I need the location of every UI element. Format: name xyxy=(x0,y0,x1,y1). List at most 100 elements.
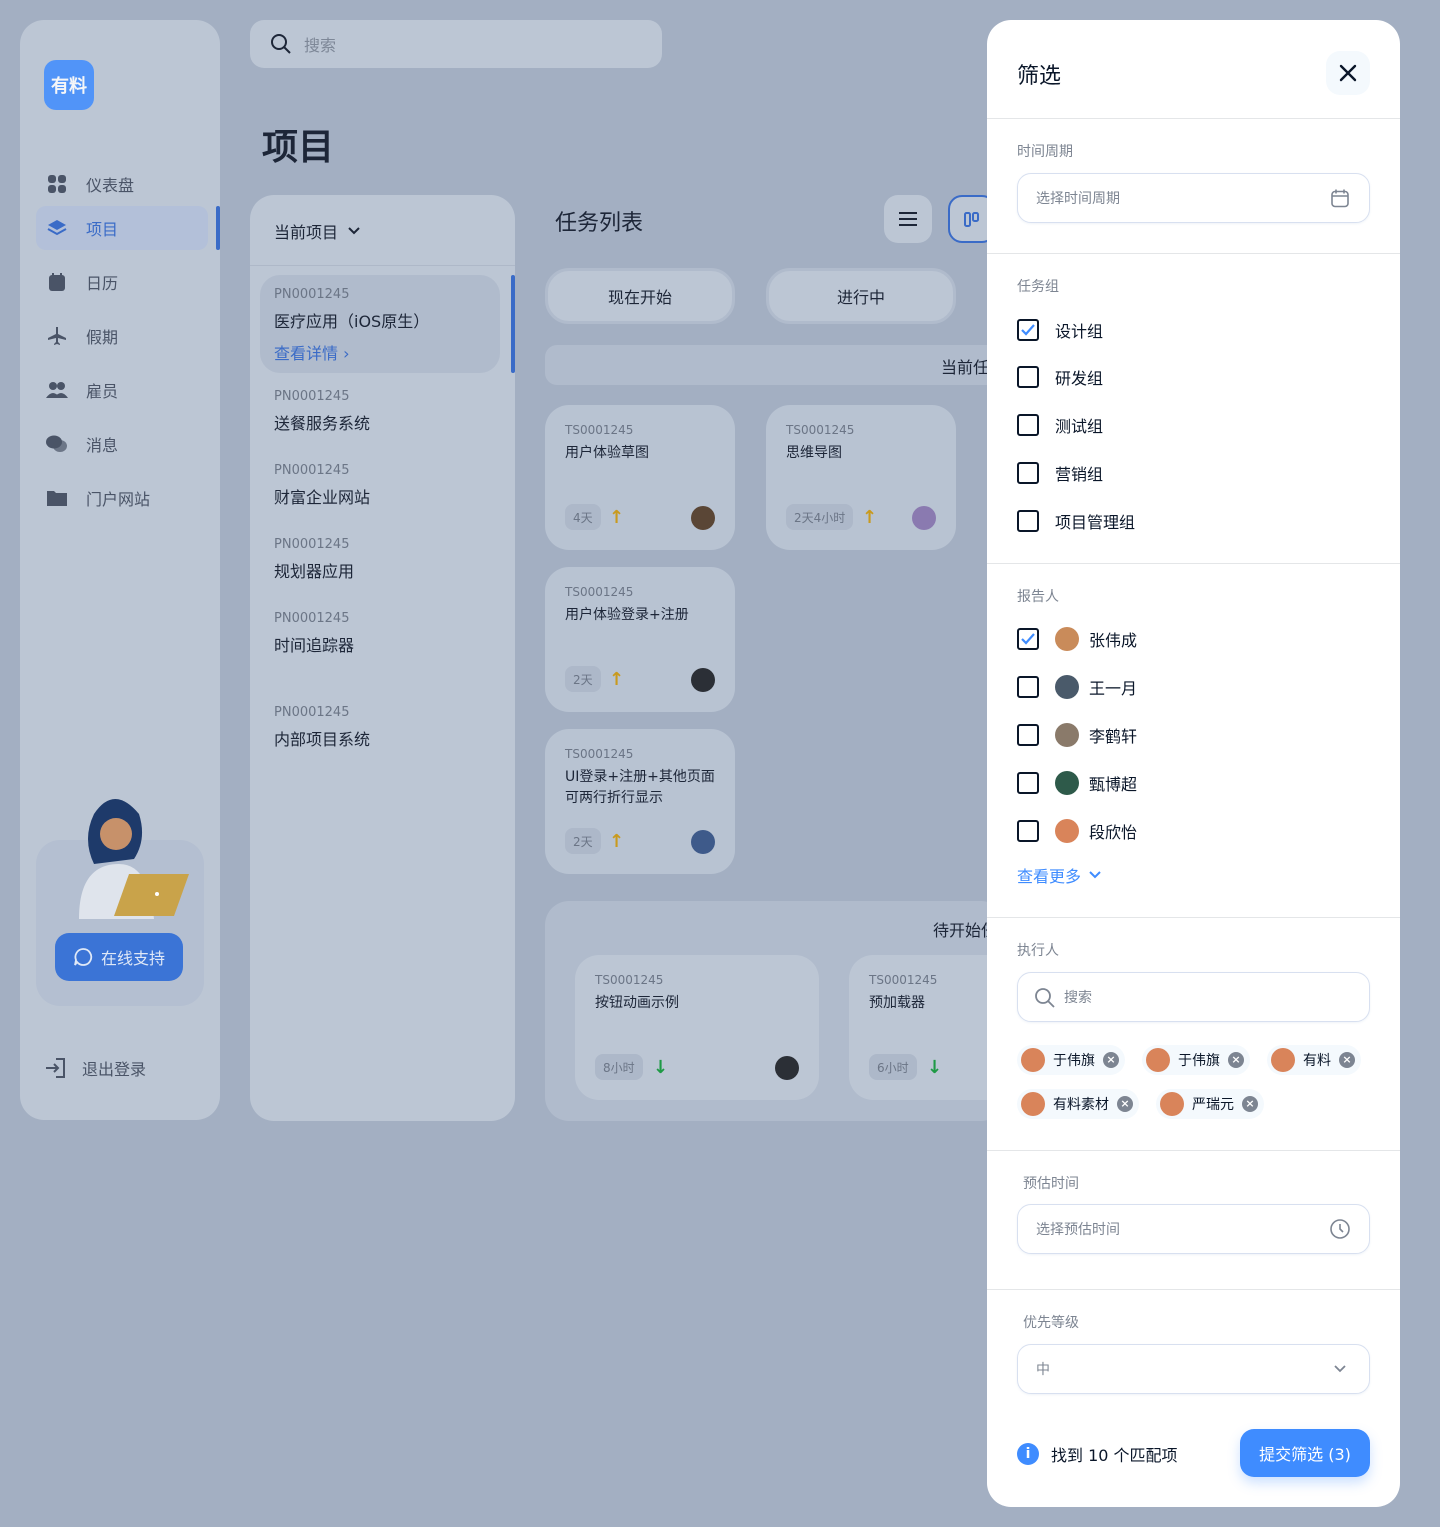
checkbox-checked[interactable] xyxy=(1017,628,1039,650)
remove-chip-icon[interactable]: × xyxy=(1228,1052,1244,1068)
submit-filter-button[interactable]: 提交筛选 (3) xyxy=(1240,1429,1370,1477)
group-checkbox-design[interactable]: 设计组 xyxy=(1017,318,1103,342)
project-item[interactable]: PN0001245 时间追踪器 xyxy=(274,611,354,656)
status-pill[interactable]: 进行中 xyxy=(766,268,956,324)
assignee-chip: 有料 × xyxy=(1267,1045,1361,1075)
chevron-down-icon xyxy=(348,227,360,235)
nav-item-vacations[interactable]: 假期 xyxy=(36,314,208,358)
task-card[interactable]: TS0001245 用户体验草图 4天 ↑ xyxy=(545,405,735,550)
reporter-checkbox[interactable]: 张伟成 xyxy=(1017,627,1137,651)
nav-item-calendar[interactable]: 日历 xyxy=(36,260,208,304)
calendar-icon xyxy=(46,271,68,293)
task-card[interactable]: TS0001245 思维导图 2天4小时 ↑ xyxy=(766,405,956,550)
nav-label: 假期 xyxy=(86,328,119,347)
nav-label: 门户网站 xyxy=(86,490,151,509)
assignee-chip: 有料素材 × xyxy=(1017,1089,1139,1119)
nav-item-employees[interactable]: 雇员 xyxy=(36,368,208,412)
view-more-link[interactable]: 查看更多 xyxy=(1017,863,1101,887)
chevron-down-icon xyxy=(1329,1358,1351,1380)
checkbox[interactable] xyxy=(1017,414,1039,436)
remove-chip-icon[interactable]: × xyxy=(1117,1096,1133,1112)
task-estimate: 2天 xyxy=(565,828,601,854)
nav-label: 消息 xyxy=(86,436,119,455)
group-label: 营销组 xyxy=(1055,465,1104,484)
todo-tasks-panel: 待开始任 TS0001245 按钮动画示例 8小时 ↓ TS0001245 预加… xyxy=(545,901,1093,1121)
remove-chip-icon[interactable]: × xyxy=(1242,1096,1258,1112)
task-estimate: 2天 xyxy=(565,666,601,692)
close-button[interactable] xyxy=(1326,51,1370,95)
nav-item-projects[interactable]: 项目 xyxy=(36,206,208,250)
reporter-checkbox[interactable]: 段欣怡 xyxy=(1017,819,1137,843)
nav-label: 日历 xyxy=(86,274,119,293)
list-view-button[interactable] xyxy=(884,195,932,243)
task-estimate: 6小时 xyxy=(869,1054,917,1080)
arrow-down-icon: ↓ xyxy=(653,1057,669,1078)
view-details-link[interactable]: 查看详情 › xyxy=(274,340,429,364)
check-icon xyxy=(1021,633,1035,645)
task-card[interactable]: TS0001245 用户体验登录+注册 2天 ↑ xyxy=(545,567,735,712)
current-projects-dropdown[interactable]: 当前项目 xyxy=(274,219,360,243)
nav-item-dashboard[interactable]: 仪表盘 xyxy=(36,162,208,206)
assignees-label: 执行人 xyxy=(1017,943,1059,959)
assignee-search-input[interactable]: 搜索 xyxy=(1017,972,1370,1022)
page-title: 项目 xyxy=(262,127,335,168)
checkbox[interactable] xyxy=(1017,366,1039,388)
logout-button[interactable]: 退出登录 xyxy=(44,1056,146,1080)
nav-item-portal[interactable]: 门户网站 xyxy=(36,476,208,520)
avatar xyxy=(775,1056,799,1080)
chip-label: 有料 xyxy=(1303,1053,1331,1069)
checkbox[interactable] xyxy=(1017,820,1039,842)
period-picker[interactable]: 选择时间周期 xyxy=(1017,173,1370,223)
group-label: 项目管理组 xyxy=(1055,513,1136,532)
group-label: 测试组 xyxy=(1055,417,1104,436)
estimate-placeholder: 选择预估时间 xyxy=(1036,1222,1120,1238)
group-checkbox-pm[interactable]: 项目管理组 xyxy=(1017,509,1135,533)
task-estimate: 2天4小时 xyxy=(786,504,854,530)
estimate-picker[interactable]: 选择预估时间 xyxy=(1017,1204,1370,1254)
chat-bubble-icon xyxy=(74,948,93,966)
project-item[interactable]: PN0001245 医疗应用（iOS原生） 查看详情 › xyxy=(274,287,429,364)
project-id: PN0001245 xyxy=(274,463,350,478)
checkbox-checked[interactable] xyxy=(1017,319,1039,341)
reporter-checkbox[interactable]: 王一月 xyxy=(1017,675,1137,699)
nav-item-messages[interactable]: 消息 xyxy=(36,422,208,466)
project-id: PN0001245 xyxy=(274,389,350,404)
project-item[interactable]: PN0001245 送餐服务系统 xyxy=(274,389,370,434)
reporter-name: 张伟成 xyxy=(1089,631,1138,650)
users-icon xyxy=(46,379,68,401)
brand-logo[interactable]: 有料 xyxy=(44,60,94,110)
divider xyxy=(987,563,1400,564)
priority-value: 中 xyxy=(1036,1362,1050,1378)
reporters-label: 报告人 xyxy=(1017,589,1059,605)
project-item[interactable]: PN0001245 内部项目系统 xyxy=(274,705,370,750)
project-name: 内部项目系统 xyxy=(274,730,371,749)
avatar xyxy=(691,506,715,530)
group-checkbox-marketing[interactable]: 营销组 xyxy=(1017,461,1103,485)
task-name: 用户体验登录+注册 xyxy=(565,607,689,623)
chip-label: 有料素材 xyxy=(1053,1097,1109,1113)
project-name: 规划器应用 xyxy=(274,562,355,581)
checkbox[interactable] xyxy=(1017,724,1039,746)
task-card[interactable]: TS0001245 UI登录+注册+其他页面可两行折行显示 2天 ↑ xyxy=(545,729,735,874)
group-checkbox-dev[interactable]: 研发组 xyxy=(1017,365,1103,389)
remove-chip-icon[interactable]: × xyxy=(1103,1052,1119,1068)
online-support-button[interactable]: 在线支持 xyxy=(55,933,183,981)
checkbox[interactable] xyxy=(1017,676,1039,698)
reporter-checkbox[interactable]: 李鹤轩 xyxy=(1017,723,1137,747)
checkbox[interactable] xyxy=(1017,772,1039,794)
project-active-indicator xyxy=(511,275,515,373)
reporter-checkbox[interactable]: 甄博超 xyxy=(1017,771,1137,795)
avatar xyxy=(1021,1048,1045,1072)
period-label: 时间周期 xyxy=(1017,144,1073,160)
global-search[interactable]: 搜索 xyxy=(250,20,662,68)
project-item[interactable]: PN0001245 规划器应用 xyxy=(274,537,354,582)
checkbox[interactable] xyxy=(1017,462,1039,484)
project-item[interactable]: PN0001245 财富企业网站 xyxy=(274,463,370,508)
group-checkbox-test[interactable]: 测试组 xyxy=(1017,413,1103,437)
priority-select[interactable]: 中 xyxy=(1017,1344,1370,1394)
checkbox[interactable] xyxy=(1017,510,1039,532)
remove-chip-icon[interactable]: × xyxy=(1339,1052,1355,1068)
task-name: UI登录+注册+其他页面可两行折行显示 xyxy=(565,769,715,806)
status-pill[interactable]: 现在开始 xyxy=(545,268,735,324)
task-card[interactable]: TS0001245 按钮动画示例 8小时 ↓ xyxy=(575,955,819,1100)
